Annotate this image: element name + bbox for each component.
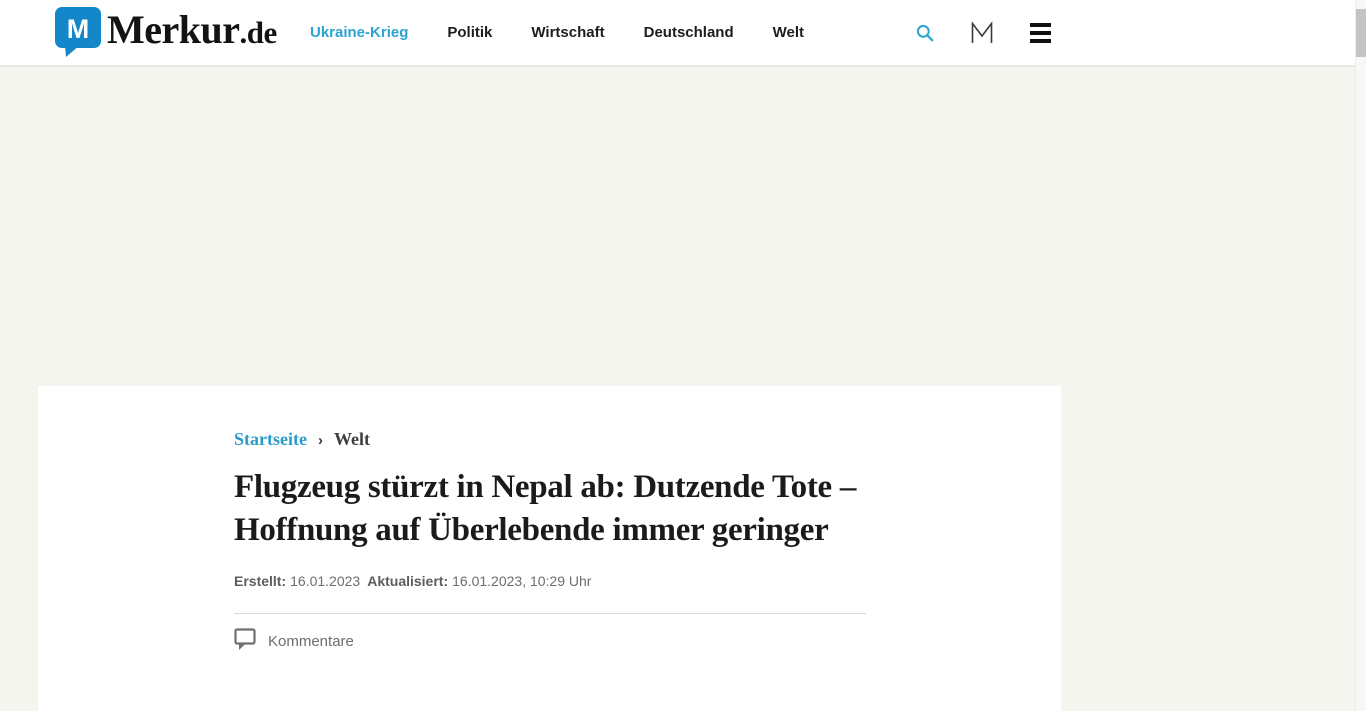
account-m-icon[interactable] <box>970 20 994 45</box>
search-icon[interactable] <box>916 24 934 42</box>
nav-item-politik[interactable]: Politik <box>447 24 492 41</box>
logo-m-letter: M <box>67 14 90 44</box>
scrollbar[interactable] <box>1355 0 1366 711</box>
merkur-logo-icon: M <box>55 7 101 62</box>
breadcrumb-chevron-icon: › <box>317 432 323 449</box>
nav-item-welt[interactable]: Welt <box>773 24 804 41</box>
article-headline: Flugzeug stürzt in Nepal ab: Dutzende To… <box>234 469 857 548</box>
scrollbar-thumb[interactable] <box>1356 9 1366 57</box>
breadcrumb-home-link[interactable]: Startseite <box>234 429 307 450</box>
comment-bubble-icon <box>234 628 257 655</box>
meta-created-label: Erstellt: <box>234 573 287 589</box>
comments-label: Kommentare <box>268 633 354 650</box>
menu-icon[interactable] <box>1030 22 1051 43</box>
meta-created-value: 16.01.2023 <box>290 573 361 589</box>
nav-item-deutschland[interactable]: Deutschland <box>644 24 734 41</box>
main-nav: Ukraine-Krieg Politik Wirtschaft Deutsch… <box>310 0 804 65</box>
article-content: Startseite › Welt Flugzeug stürzt in Nep… <box>38 386 874 655</box>
site-logo[interactable]: M Merkur.de <box>55 7 277 62</box>
ad-placeholder <box>0 66 1366 386</box>
nav-item-ukraine-krieg[interactable]: Ukraine-Krieg <box>310 24 408 41</box>
nav-item-wirtschaft[interactable]: Wirtschaft <box>531 24 604 41</box>
breadcrumb-section: Welt <box>333 429 370 449</box>
comments-link[interactable]: Kommentare <box>234 628 874 655</box>
article-card: Startseite › Welt Flugzeug stürzt in Nep… <box>38 386 1061 711</box>
logo-wordmark: Merkur.de <box>107 7 277 52</box>
meta-updated-value: 16.01.2023, 10:29 Uhr <box>452 573 592 589</box>
site-header: M Merkur.de Ukraine-Krieg Politik Wirtsc… <box>0 0 1366 66</box>
article-meta: Erstellt: 16.01.2023 Aktualisiert: 16.01.20… <box>234 573 874 589</box>
header-icons <box>916 0 1051 65</box>
page: M Merkur.de Ukraine-Krieg Politik Wirtsc… <box>0 0 1366 711</box>
breadcrumb: Startseite › Welt <box>234 429 874 450</box>
meta-updated-label: Aktualisiert: <box>367 573 449 589</box>
divider <box>234 613 866 614</box>
